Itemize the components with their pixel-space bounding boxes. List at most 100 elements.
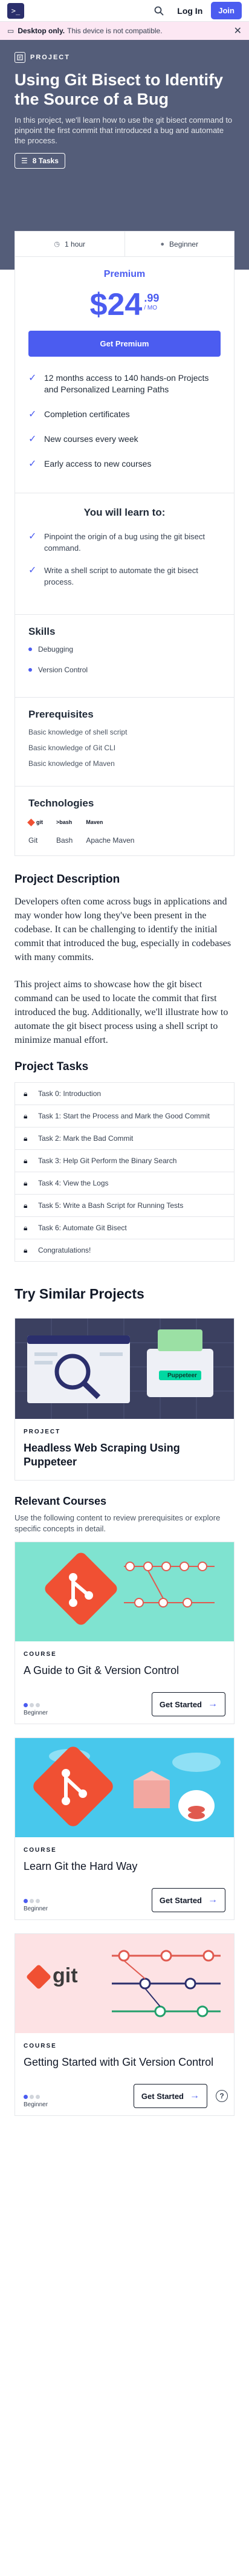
- course-card[interactable]: git COURSE Getting Started with Git Vers…: [15, 1933, 234, 2116]
- skill-item[interactable]: Version Control: [28, 666, 221, 674]
- similar-projects: Try Similar Projects Puppeteer PROJECT H…: [0, 1286, 249, 1481]
- project-card[interactable]: Puppeteer PROJECT Headless Web Scraping …: [15, 1318, 234, 1481]
- get-started-button[interactable]: Get Started →: [133, 2084, 207, 2108]
- course-thumbnail: git: [15, 1934, 234, 2033]
- course-card[interactable]: COURSE Learn Git the Hard Way Beginner G…: [15, 1737, 234, 1920]
- premium-label: Premium: [103, 269, 146, 279]
- check-icon: ✓: [28, 409, 37, 420]
- duration: ◷ 1 hour: [54, 239, 86, 248]
- tasks-heading: Project Tasks: [15, 1060, 89, 1073]
- technologies-section: Technologies git Git >bash Bash Maven Ap…: [15, 786, 234, 855]
- level-icon: ●: [160, 240, 165, 248]
- device-warning-banner: ▭ Desktop only. This device is not compa…: [0, 22, 249, 40]
- learn-heading: You will learn to:: [83, 507, 166, 518]
- desktop-icon: ▭: [7, 27, 15, 35]
- course-level: Beginner: [24, 1703, 48, 1716]
- task-list: 🔒︎ Task 0: Introduction 🔒︎ Task 1: Start t…: [15, 1082, 234, 1262]
- check-icon: ✓: [28, 434, 37, 444]
- prerequisites-section: Prerequisites Basic knowledge of shell s…: [15, 697, 234, 786]
- maven-logo-icon: Maven: [86, 819, 103, 825]
- level-dots: [24, 2095, 48, 2099]
- project-title: Headless Web Scraping Using Puppeteer: [24, 1442, 180, 1468]
- page-title: Using Git Bisect to Identify the Source …: [15, 71, 224, 108]
- skills-heading: Skills: [28, 626, 56, 637]
- tech-bash: >bash Bash: [56, 817, 73, 845]
- tech-maven: Maven Apache Maven: [86, 817, 134, 845]
- check-icon: ✓: [28, 459, 37, 469]
- course-level: Beginner: [24, 1899, 48, 1912]
- course-thumbnail: [15, 1542, 234, 1641]
- level-dots: [24, 1703, 48, 1707]
- lock-icon: 🔒︎: [24, 1246, 28, 1254]
- clock-icon: ◷: [54, 241, 60, 248]
- prerequisite-item: Basic knowledge of Git CLI: [28, 744, 116, 752]
- course-title: Getting Started with Git Version Control: [24, 2056, 214, 2068]
- courses-subtitle: Use the following content to review prer…: [15, 1513, 221, 1533]
- course-thumbnail: [15, 1738, 234, 1837]
- task-item[interactable]: 🔒︎ Task 0: Introduction: [15, 1083, 234, 1105]
- course-kicker: COURSE: [24, 1847, 57, 1854]
- get-premium-button[interactable]: Get Premium: [28, 331, 221, 357]
- learning-outcomes: You will learn to: ✓ Pinpoint the origin …: [15, 493, 234, 614]
- task-item[interactable]: 🔒︎ Task 6: Automate Git Bisect: [15, 1216, 234, 1239]
- benefit-item: ✓ Early access to new courses: [28, 459, 152, 469]
- tasks-count-badge: ☰ 8 Tasks: [15, 153, 65, 169]
- task-item[interactable]: 🔒︎ Task 5: Write a Bash Script for Runnin…: [15, 1194, 234, 1216]
- benefit-item: ✓ Completion certificates: [28, 409, 130, 420]
- price: $24 .99 / MO: [89, 287, 160, 322]
- task-item[interactable]: 🔒︎ Task 4: View the Logs: [15, 1172, 234, 1194]
- similar-heading: Try Similar Projects: [15, 1286, 144, 1302]
- skill-item[interactable]: Debugging: [28, 645, 221, 654]
- git-branch-illustration-icon: [15, 1542, 234, 1641]
- course-level: Beginner: [24, 2095, 48, 2108]
- join-button[interactable]: Join: [211, 2, 242, 19]
- get-started-button[interactable]: Get Started →: [151, 1692, 225, 1716]
- lock-icon: 🔒︎: [24, 1134, 28, 1143]
- project-description: Project Description Developers often com…: [0, 873, 249, 1047]
- check-icon: ✓: [28, 373, 37, 383]
- bash-logo-icon: >bash: [56, 819, 73, 825]
- get-started-button[interactable]: Get Started →: [151, 1888, 225, 1912]
- course-card[interactable]: COURSE A Guide to Git & Version Control …: [15, 1542, 234, 1724]
- git-workflow-illustration-icon: [15, 1934, 234, 2033]
- project-kicker: PROJECT: [24, 1429, 61, 1435]
- course-title: A Guide to Git & Version Control: [24, 1664, 179, 1676]
- task-item[interactable]: 🔒︎ Congratulations!: [15, 1239, 234, 1261]
- lock-icon: 🔒︎: [24, 1201, 28, 1210]
- level: ● Beginner: [124, 232, 234, 256]
- search-icon[interactable]: [152, 4, 166, 18]
- task-item[interactable]: 🔒︎ Task 3: Help Git Perform the Binary Se…: [15, 1149, 234, 1172]
- puppeteer-illustration-icon: [15, 1319, 234, 1419]
- task-item[interactable]: 🔒︎ Task 2: Mark the Bad Commit: [15, 1127, 234, 1149]
- outcome-item: ✓ Pinpoint the origin of a bug using the …: [28, 531, 205, 553]
- lock-icon: 🔒︎: [24, 1224, 28, 1232]
- banner-text: This device is not compatible.: [67, 27, 163, 35]
- project-thumbnail: Puppeteer: [15, 1319, 234, 1419]
- level-dots: [24, 1899, 48, 1903]
- course-kicker: COURSE: [24, 2043, 57, 2049]
- price-block: Premium $24 .99 / MO Get Premium: [15, 257, 234, 368]
- task-item[interactable]: 🔒︎ Task 1: Start the Process and Mark the…: [15, 1105, 234, 1127]
- help-icon[interactable]: ?: [216, 2090, 228, 2102]
- educative-logo[interactable]: >_: [7, 2, 24, 19]
- description-paragraph: This project aims to showcase how the gi…: [15, 979, 228, 1045]
- course-title: Learn Git the Hard Way: [24, 1860, 138, 1872]
- course-kicker: COURSE: [24, 1651, 57, 1658]
- project-tasks: Project Tasks 🔒︎ Task 0: Introduction 🔒︎ T…: [0, 1060, 249, 1262]
- description-paragraph: Developers often come across bugs in app…: [15, 897, 231, 962]
- prerequisite-item: Basic knowledge of Maven: [28, 759, 115, 768]
- project-tag: PROJECT: [15, 52, 234, 63]
- check-icon: ✓: [28, 531, 37, 542]
- lock-icon: 🔒︎: [24, 1112, 28, 1120]
- benefit-item: ✓ New courses every week: [28, 434, 138, 444]
- outcome-item: ✓ Write a shell script to automate the gi…: [28, 565, 198, 586]
- login-link[interactable]: Log In: [177, 6, 202, 16]
- git-logo-icon: git: [53, 1964, 78, 1987]
- skills-section: Skills Debugging Version Control: [15, 614, 234, 697]
- close-icon[interactable]: ✕: [234, 25, 242, 37]
- hero-description: In this project, we'll learn how to use …: [15, 115, 233, 145]
- check-icon: ✓: [28, 565, 37, 576]
- prerequisites-heading: Prerequisites: [28, 709, 94, 720]
- top-navbar: >_ Log In Join: [0, 0, 249, 22]
- benefits-list: ✓ 12 months access to 140 hands-on Projec…: [15, 368, 234, 493]
